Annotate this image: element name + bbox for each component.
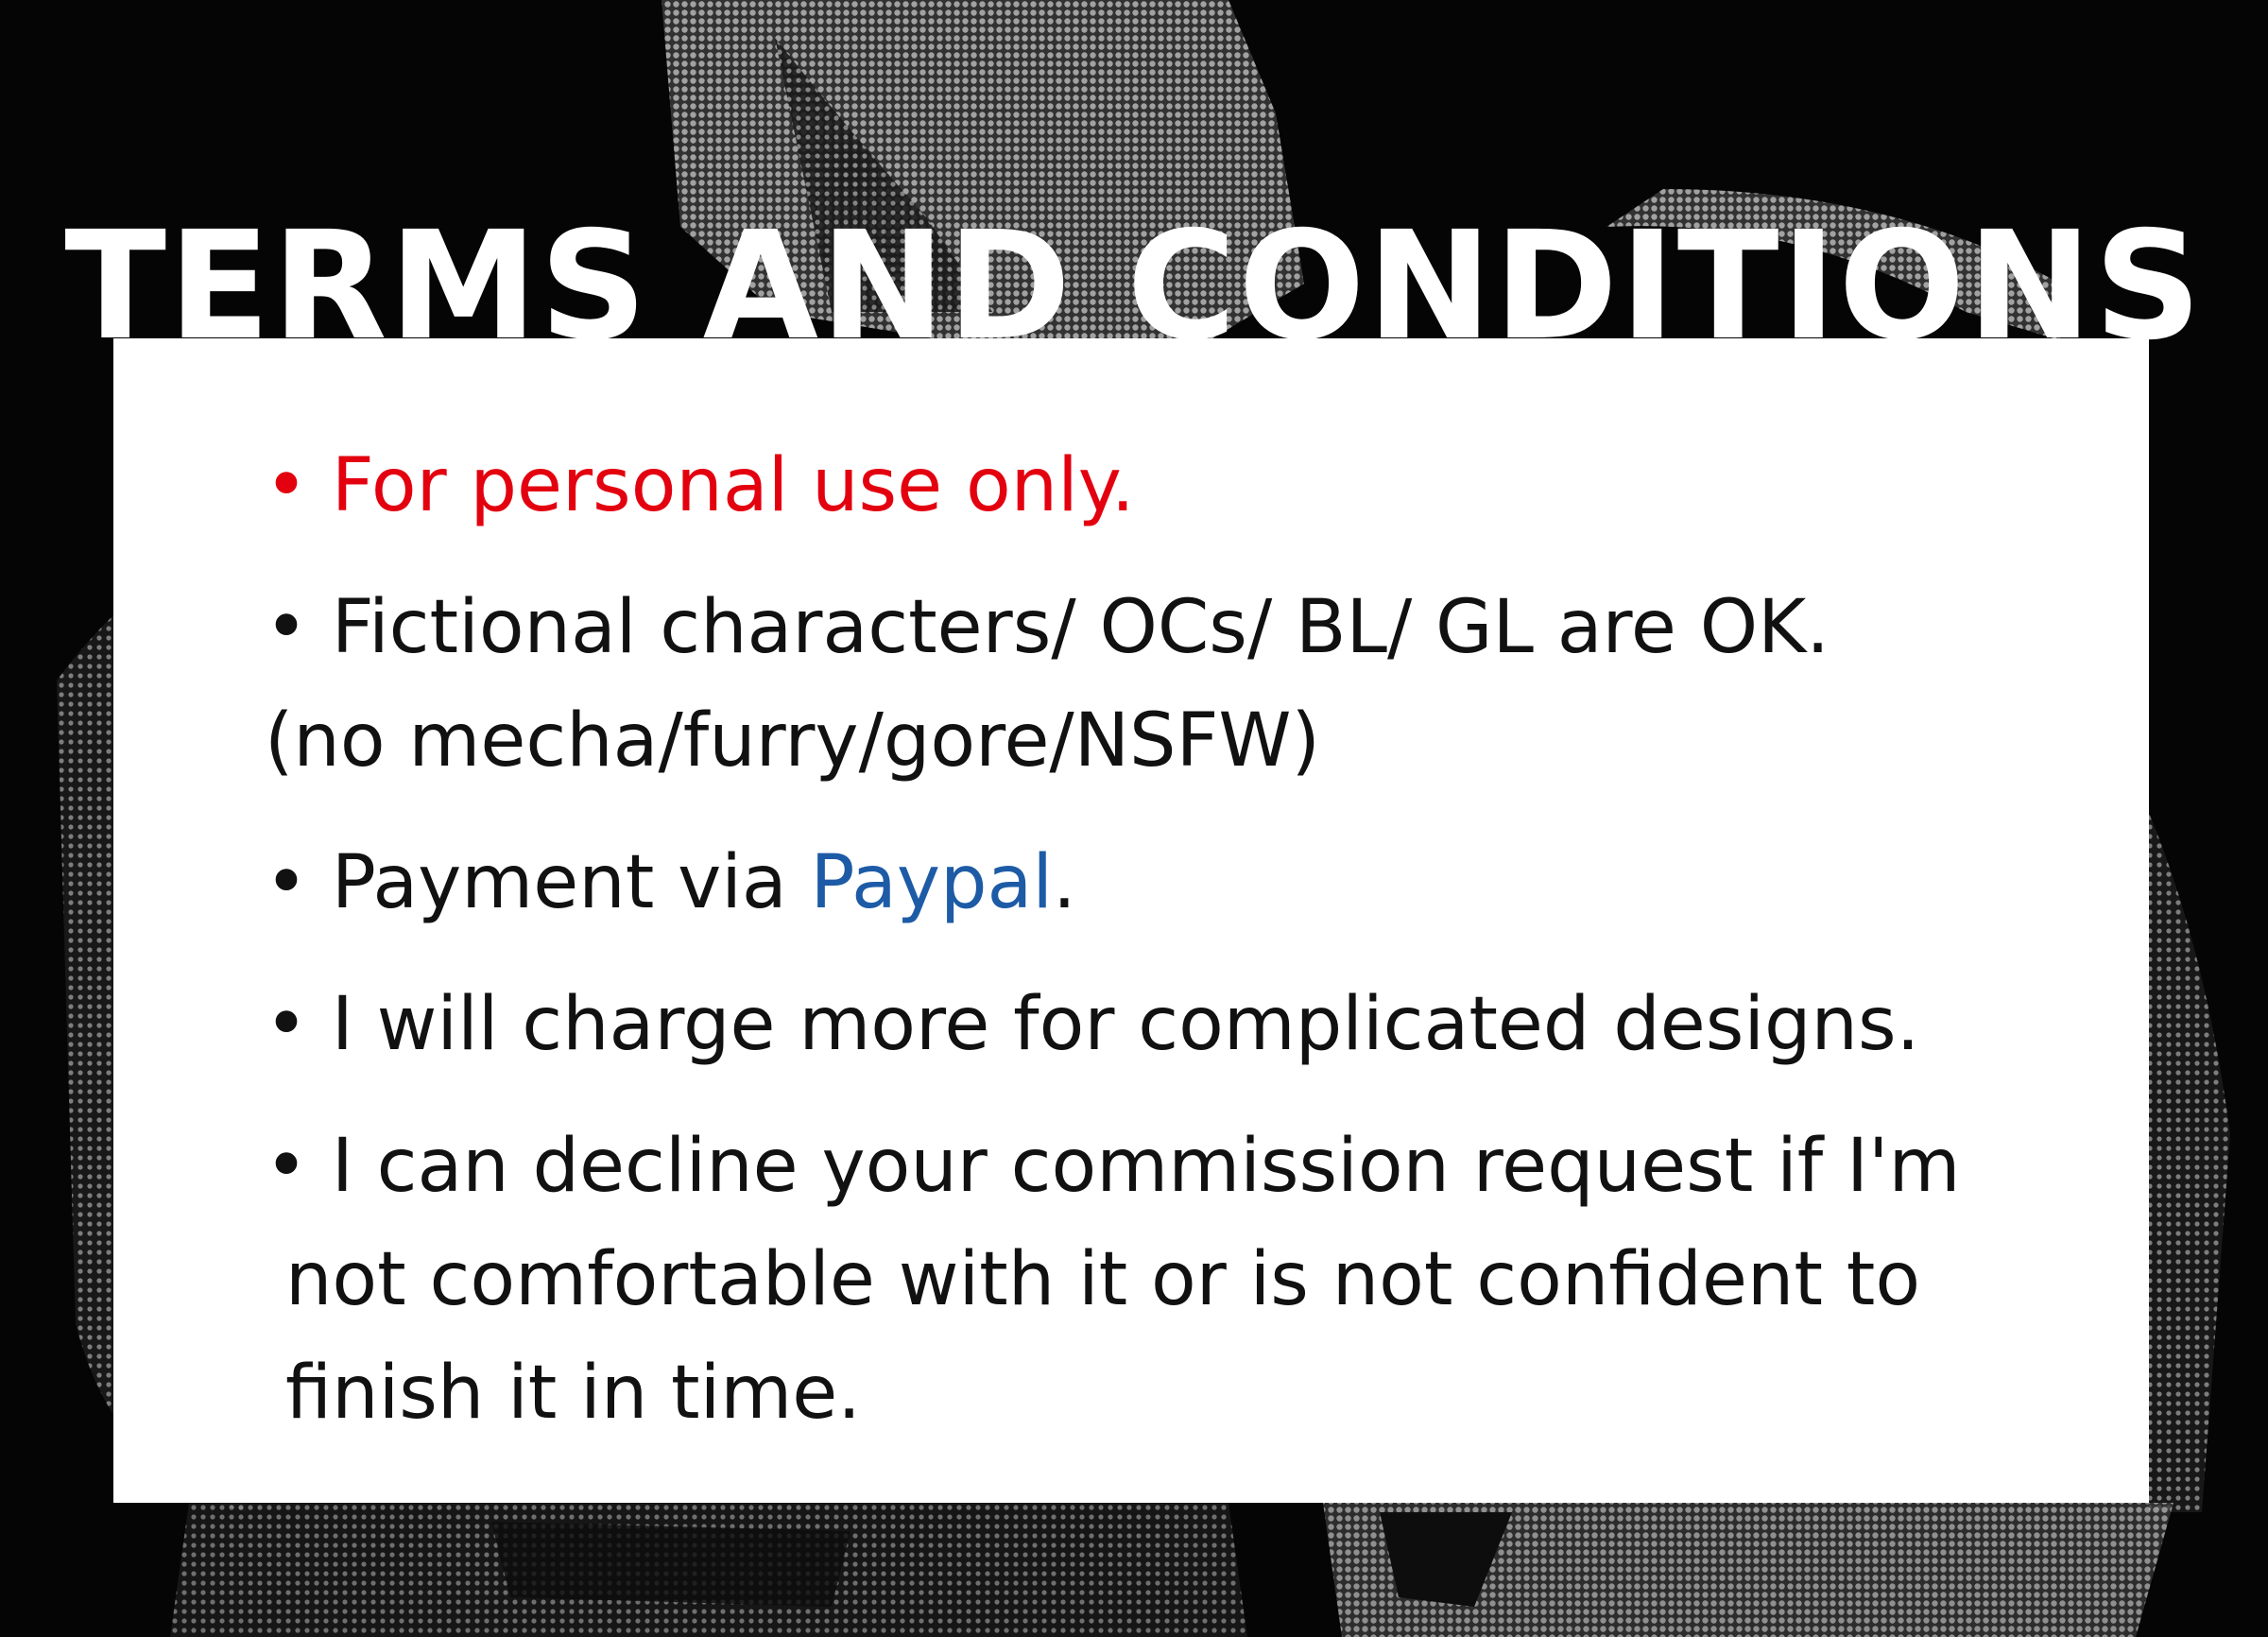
term-text: For personal use only.	[331, 443, 1135, 528]
bullet: •	[265, 840, 309, 925]
term-item-decline: • I can decline your commission request …	[265, 1110, 2117, 1450]
bullet: •	[265, 585, 309, 670]
terms-list: • For personal use only. • Fictional cha…	[265, 429, 2117, 1478]
term-item-personal-use: • For personal use only.	[265, 429, 2117, 543]
terms-card: • For personal use only. • Fictional cha…	[113, 338, 2149, 1503]
term-text: I will charge more for complicated desig…	[331, 982, 1920, 1067]
bullet: •	[265, 443, 309, 528]
term-item-payment: • Payment via Paypal.	[265, 826, 2117, 939]
bullet: •	[265, 1124, 309, 1209]
term-text-end: .	[1053, 840, 1076, 925]
paypal-link[interactable]: Paypal	[811, 840, 1053, 925]
term-text-continued: (no mecha/furry/gore/NSFW)	[265, 698, 1320, 784]
term-text: Fictional characters/ OCs/ BL/ GL are OK…	[331, 585, 1830, 670]
terms-poster: TERMS AND CONDITIONS • For personal use …	[0, 0, 2268, 1637]
bullet: •	[265, 982, 309, 1067]
term-text-continued: not comfortable with it or is not confid…	[285, 1237, 1921, 1322]
term-text: I can decline your commission request if…	[331, 1124, 1961, 1209]
term-item-pricing: • I will charge more for complicated des…	[265, 968, 2117, 1081]
term-text: Payment via	[331, 840, 811, 925]
term-text-continued: finish it in time.	[285, 1351, 862, 1436]
term-item-characters: • Fictional characters/ OCs/ BL/ GL are …	[265, 571, 2117, 798]
